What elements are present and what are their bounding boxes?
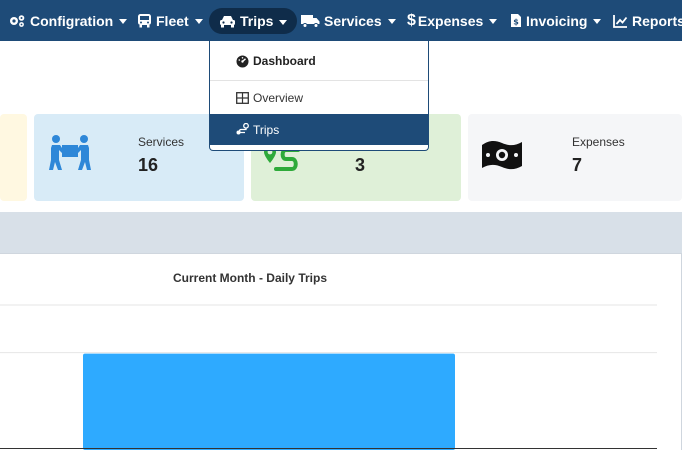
nav-invoicing[interactable]: $ Invoicing (510, 0, 602, 41)
trips-dropdown-menu: Dashboard Overview Trips (209, 41, 429, 151)
nav-reports[interactable]: Reports (613, 0, 682, 41)
chevron-down-icon (489, 19, 498, 24)
chevron-down-icon (279, 19, 288, 25)
table-icon (236, 92, 249, 104)
nav-expenses[interactable]: $ Expenses (407, 0, 498, 41)
chart-title: Current Month - Daily Trips (172, 271, 327, 285)
nav-invoicing-label: Invoicing (526, 12, 588, 29)
dropdown-item-trips[interactable]: Trips (210, 114, 428, 145)
nav-services-label: Services (324, 12, 382, 29)
panel-header (0, 212, 682, 254)
nav-configuration-label: Configration (30, 12, 114, 29)
money-bill-icon (481, 140, 523, 175)
nav-configuration[interactable]: Configration (8, 0, 128, 41)
chevron-down-icon (194, 19, 203, 24)
dropdown-item-label: Overview (253, 91, 304, 105)
stat-card-label: Expenses (572, 135, 625, 149)
nav-trips[interactable]: Trips (209, 8, 298, 34)
stat-card-expenses[interactable]: Expenses 7 (468, 114, 682, 201)
top-navbar: Configration Fleet Trips Services $ Expe… (0, 0, 682, 41)
route-icon (236, 123, 250, 136)
dropdown-item-dashboard[interactable]: Dashboard (210, 47, 428, 75)
chart-line-icon (613, 14, 628, 28)
stat-card-value: 16 (138, 155, 159, 175)
svg-text:$: $ (513, 18, 519, 27)
dashboard-gauge-icon (236, 55, 249, 68)
nav-reports-label: Reports (632, 12, 682, 29)
gears-icon (8, 14, 26, 28)
stat-card-partial (0, 114, 27, 201)
dropdown-item-label: Trips (253, 122, 280, 137)
dropdown-header-label: Dashboard (253, 54, 316, 68)
dollar-icon: $ (407, 11, 416, 29)
people-carry-icon (48, 134, 92, 177)
stat-card-value: 7 (572, 155, 583, 175)
truck-icon (301, 14, 320, 28)
nav-fleet-label: Fleet (156, 12, 189, 29)
car-icon (219, 14, 236, 28)
chart-bar[interactable] (83, 353, 455, 450)
stat-card-label: Services (138, 135, 185, 149)
invoice-icon: $ (510, 13, 522, 28)
chevron-down-icon (593, 19, 602, 24)
nav-services[interactable]: Services (301, 0, 396, 41)
chevron-down-icon (119, 19, 128, 24)
nav-fleet[interactable]: Fleet (137, 0, 203, 41)
dropdown-divider (210, 80, 428, 81)
nav-expenses-label: Expenses (417, 12, 484, 29)
stat-card-value: 3 (355, 155, 366, 175)
daily-trips-chart (0, 304, 657, 450)
dropdown-item-overview[interactable]: Overview (210, 84, 428, 112)
bus-icon (137, 13, 152, 28)
nav-trips-label: Trips (240, 13, 274, 29)
chevron-down-icon (387, 19, 396, 24)
